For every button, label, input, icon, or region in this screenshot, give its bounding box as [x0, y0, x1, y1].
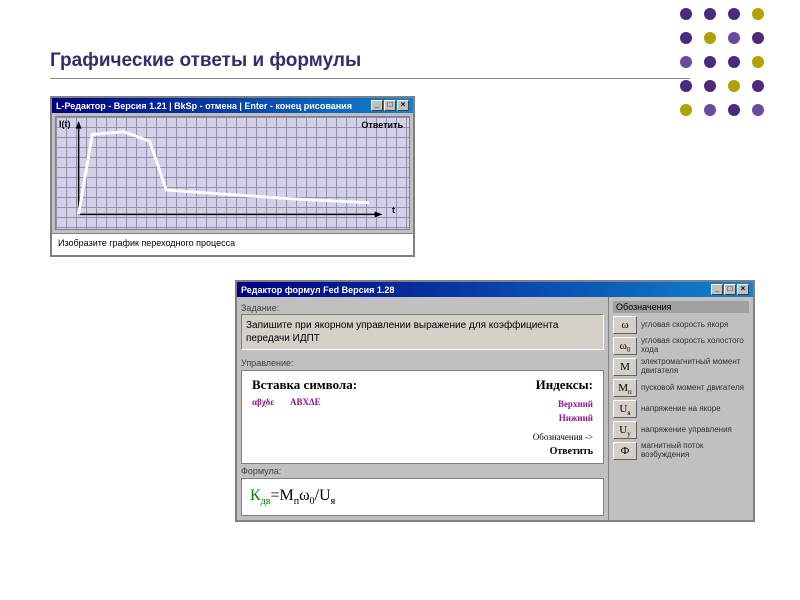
notation-item: Uу напряжение управления: [613, 421, 749, 439]
deco-dot: [704, 32, 716, 44]
graph-instruction: Изобразите график переходного процесса: [52, 233, 413, 255]
deco-dot: [728, 104, 740, 116]
task-text: Запишите при якорном управлении выражени…: [241, 314, 604, 350]
notation-symbol-button[interactable]: М: [613, 358, 637, 376]
x-axis-label: t: [392, 205, 395, 215]
notation-sidebar: Обозначения ω угловая скорость якоря ω0угл…: [608, 297, 753, 520]
deco-dot: [680, 80, 692, 92]
deco-dot: [752, 80, 764, 92]
minimize-button[interactable]: _: [371, 100, 383, 111]
graph-curve: [56, 117, 409, 229]
deco-dot: [680, 32, 692, 44]
notation-symbol-button[interactable]: ω: [613, 316, 637, 334]
formula-editor-window: Редактор формул Fed Версия 1.28 _ □ × За…: [235, 280, 755, 522]
formula-window-title: Редактор формул Fed Версия 1.28: [241, 285, 394, 295]
deco-dot: [752, 8, 764, 20]
title-underline: [50, 78, 690, 79]
deco-dot: [704, 80, 716, 92]
notation-description: электромагнитный момент двигателя: [641, 358, 749, 376]
deco-dot: [728, 8, 740, 20]
close-button[interactable]: ×: [397, 100, 409, 111]
deco-dot: [680, 8, 692, 20]
greek-lowercase-link[interactable]: αβχδε: [252, 397, 274, 407]
superscript-link[interactable]: Верхний: [533, 397, 593, 411]
notation-symbol-button[interactable]: Ф: [613, 442, 637, 460]
controls-label: Управление:: [241, 358, 604, 368]
deco-dot: [752, 104, 764, 116]
page-title: Графические ответы и формулы: [50, 50, 361, 72]
notation-link[interactable]: Обозначения ->: [533, 432, 593, 442]
close-button[interactable]: ×: [737, 284, 749, 295]
formula-answer-button[interactable]: Ответить: [533, 446, 593, 457]
insert-symbol-title: Вставка символа:: [252, 377, 357, 393]
graph-editor-window: L-Редактор - Версия 1.21 | BkSp - отмена…: [50, 96, 415, 257]
deco-dot: [728, 56, 740, 68]
greek-uppercase-link[interactable]: ΑΒΧΔΕ: [290, 397, 321, 407]
notation-description: пусковой момент двигателя: [641, 384, 749, 393]
notation-item: Мэлектромагнитный момент двигателя: [613, 358, 749, 376]
notation-symbol-button[interactable]: Uу: [613, 421, 637, 439]
graph-window-titlebar[interactable]: L-Редактор - Версия 1.21 | BkSp - отмена…: [52, 98, 413, 113]
deco-dot: [704, 8, 716, 20]
notation-symbol-button[interactable]: Мп: [613, 379, 637, 397]
notation-item: ω0угловая скорость холостого хода: [613, 337, 749, 355]
graph-answer-button[interactable]: Ответить: [361, 120, 403, 130]
graph-canvas-area[interactable]: I(t) t Ответить: [52, 113, 413, 233]
deco-dot: [704, 104, 716, 116]
y-axis-label: I(t): [59, 119, 71, 129]
decorative-dots: [680, 8, 770, 122]
notation-description: магнитный поток возбуждения: [641, 442, 749, 460]
deco-dot: [752, 32, 764, 44]
graph-grid[interactable]: I(t) t Ответить: [55, 116, 410, 230]
deco-dot: [728, 80, 740, 92]
notation-list: ω угловая скорость якоря ω0угловая скорост…: [613, 316, 749, 460]
controls-panel: Вставка символа: αβχδε ΑΒΧΔΕ Индексы: Ве…: [241, 370, 604, 464]
graph-window-title: L-Редактор - Версия 1.21 | BkSp - отмена…: [56, 101, 352, 111]
notation-description: напряжение на якоре: [641, 405, 749, 414]
maximize-button[interactable]: □: [724, 284, 736, 295]
task-label: Задание:: [241, 303, 604, 313]
subscript-link[interactable]: Нижний: [533, 411, 593, 425]
notation-symbol-button[interactable]: Uя: [613, 400, 637, 418]
deco-dot: [704, 56, 716, 68]
deco-dot: [728, 32, 740, 44]
deco-dot: [680, 104, 692, 116]
notation-item: ω угловая скорость якоря: [613, 316, 749, 334]
notation-item: Фмагнитный поток возбуждения: [613, 442, 749, 460]
notation-symbol-button[interactable]: ω0: [613, 337, 637, 355]
maximize-button[interactable]: □: [384, 100, 396, 111]
deco-dot: [680, 56, 692, 68]
deco-dot: [752, 56, 764, 68]
indexes-title: Индексы:: [533, 377, 593, 393]
notation-item: Мп пусковой момент двигателя: [613, 379, 749, 397]
formula-window-titlebar[interactable]: Редактор формул Fed Версия 1.28 _ □ ×: [237, 282, 753, 297]
notation-description: напряжение управления: [641, 426, 749, 435]
notation-item: Uя напряжение на якоре: [613, 400, 749, 418]
notation-description: угловая скорость холостого хода: [641, 337, 749, 355]
notation-header: Обозначения: [613, 301, 749, 313]
formula-input[interactable]: Кдв=Мпω0/Uя: [241, 478, 604, 516]
minimize-button[interactable]: _: [711, 284, 723, 295]
notation-description: угловая скорость якоря: [641, 321, 749, 330]
formula-label: Формула:: [241, 466, 604, 476]
